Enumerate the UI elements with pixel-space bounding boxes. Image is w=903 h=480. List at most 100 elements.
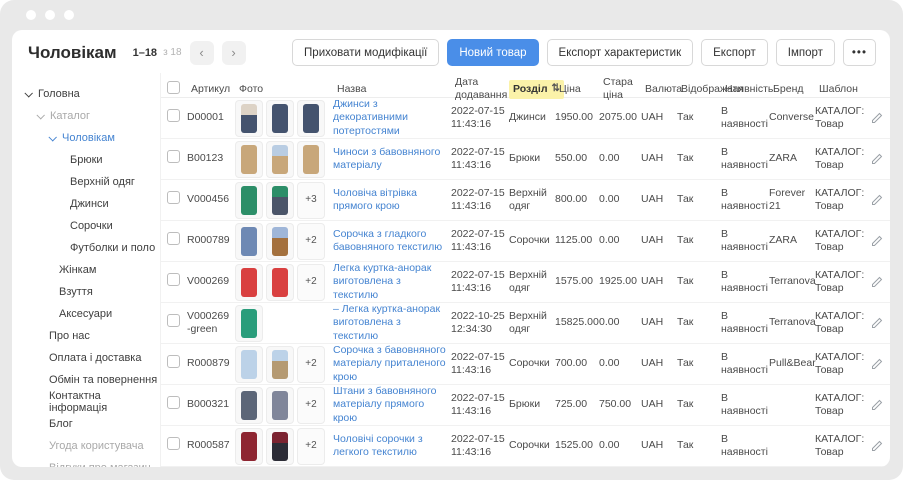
sidebar-item[interactable]: Контактна інформація [18,391,160,413]
more-photos-badge[interactable]: +3 [297,182,325,219]
more-photos-badge[interactable]: +2 [297,223,325,260]
pagination-next-button[interactable]: › [222,41,246,65]
hide-modifications-button[interactable]: Приховати модифікації [292,39,439,66]
column-header[interactable]: Бренд [769,80,815,99]
product-photo[interactable] [266,223,294,260]
export-button[interactable]: Експорт [701,39,768,66]
product-photo[interactable] [235,387,263,424]
product-photo[interactable] [235,428,263,465]
column-header[interactable]: Назва [333,80,451,99]
window-close-button[interactable] [26,10,36,20]
product-photo[interactable] [235,182,263,219]
sidebar-item[interactable]: Оплата і доставка [18,347,160,369]
sidebar-item[interactable]: Про нас [18,325,160,347]
sidebar-item[interactable]: Головна [18,83,160,105]
product-name-link[interactable]: Легка куртка-анорак виготовлена з тексти… [333,262,431,300]
column-header[interactable]: Відображати [677,80,721,99]
product-photo[interactable] [297,141,325,178]
product-name-link[interactable]: Чоловіча вітрівка прямого крою [333,187,417,212]
sidebar-item[interactable]: Сорочки [18,215,160,237]
column-header[interactable]: Ціна [555,80,599,99]
more-photos-badge[interactable]: +2 [297,428,325,465]
sidebar-item[interactable]: Взуття [18,281,160,303]
more-photos-badge[interactable]: +2 [297,387,325,424]
row-checkbox[interactable] [167,355,180,368]
product-name-link[interactable]: Сорочка з гладкого бавовняного текстилю [333,228,442,253]
product-photo[interactable] [235,264,263,301]
sidebar-item[interactable]: Чоловікам [18,127,160,149]
sidebar-item[interactable]: Жінкам [18,259,160,281]
edit-icon[interactable] [871,194,883,206]
row-checkbox[interactable] [167,273,180,286]
sidebar-item[interactable]: Угода користувача [18,435,160,457]
product-photo[interactable] [266,428,294,465]
new-product-button[interactable]: Новий товар [447,39,538,66]
edit-icon[interactable] [871,440,883,452]
row-checkbox[interactable] [167,314,180,327]
product-photo[interactable] [266,387,294,424]
column-header[interactable]: Валюта [641,80,677,99]
product-photo[interactable] [266,346,294,383]
product-photo[interactable] [235,100,263,137]
row-checkbox[interactable] [167,232,180,245]
product-photo[interactable] [235,223,263,260]
product-name-link[interactable]: Джинси з декоративними потертостями [333,98,408,136]
sidebar-item[interactable]: Футболки и поло [18,237,160,259]
product-name-link[interactable]: – Легка куртка-анорак виготовлена з текс… [333,303,440,341]
product-name-link[interactable]: Штани з бавовняного матеріалу прямого кр… [333,385,437,423]
edit-icon[interactable] [871,317,883,329]
sidebar-tree: Головна Каталог Чоловікам Брюки Верхній … [12,73,160,467]
sidebar-item[interactable]: Блог [18,413,160,435]
more-actions-button[interactable]: ••• [843,39,876,66]
pagination-prev-button[interactable]: ‹ [190,41,214,65]
edit-icon[interactable] [871,276,883,288]
column-header[interactable]: Розділ ⇅ [509,80,555,99]
row-checkbox[interactable] [167,396,180,409]
product-photo[interactable] [235,141,263,178]
column-header[interactable]: Шаблон [815,80,871,99]
edit-icon[interactable] [871,399,883,411]
more-photos-badge[interactable]: +2 [297,264,325,301]
column-header[interactable]: Наявність [721,80,769,99]
brand-cell: Terranova [769,275,815,288]
sidebar-item[interactable]: Відгуки про магазин [18,457,160,467]
row-checkbox[interactable] [167,191,180,204]
import-button[interactable]: Імпорт [776,39,835,66]
product-name-link[interactable]: Чиноси з бавовняного матеріалу [333,146,440,171]
edit-icon[interactable] [871,153,883,165]
edit-icon[interactable] [871,235,883,247]
product-name-link[interactable]: Сорочка з бавовняного матеріалу притален… [333,344,446,382]
select-all-checkbox[interactable] [167,81,180,94]
edit-icon[interactable] [871,112,883,124]
column-header[interactable]: Стара ціна [599,73,641,105]
column-header[interactable]: Дата додавання [451,73,509,105]
sidebar-item[interactable]: Брюки [18,149,160,171]
edit-icon[interactable] [871,358,883,370]
export-characteristics-button[interactable]: Експорт характеристик [547,39,694,66]
sidebar-item[interactable]: Каталог [18,105,160,127]
sidebar-item[interactable]: Аксесуари [18,303,160,325]
row-checkbox[interactable] [167,109,180,122]
content: Головна Каталог Чоловікам Брюки Верхній … [12,73,890,467]
product-photo[interactable] [235,305,263,342]
sidebar-item-label: Про нас [49,330,90,342]
sidebar-item[interactable]: Верхній одяг [18,171,160,193]
window-maximize-button[interactable] [64,10,74,20]
article-cell: D00001 [187,111,235,124]
product-photo[interactable] [266,182,294,219]
window-minimize-button[interactable] [45,10,55,20]
product-photo[interactable] [235,346,263,383]
column-header[interactable]: Фото [235,80,333,99]
product-photo[interactable] [266,264,294,301]
sidebar-item[interactable]: Джинси [18,193,160,215]
product-photo[interactable] [297,100,325,137]
column-header-label: Назва [337,83,366,96]
column-header[interactable]: Артикул [187,80,235,99]
sidebar-item[interactable]: Обмін та повернення [18,369,160,391]
more-photos-badge[interactable]: +2 [297,346,325,383]
product-photo[interactable] [266,141,294,178]
row-checkbox[interactable] [167,437,180,450]
product-photo[interactable] [266,100,294,137]
row-checkbox[interactable] [167,150,180,163]
product-name-link[interactable]: Чоловічі сорочки з легкого текстилю [333,433,423,458]
